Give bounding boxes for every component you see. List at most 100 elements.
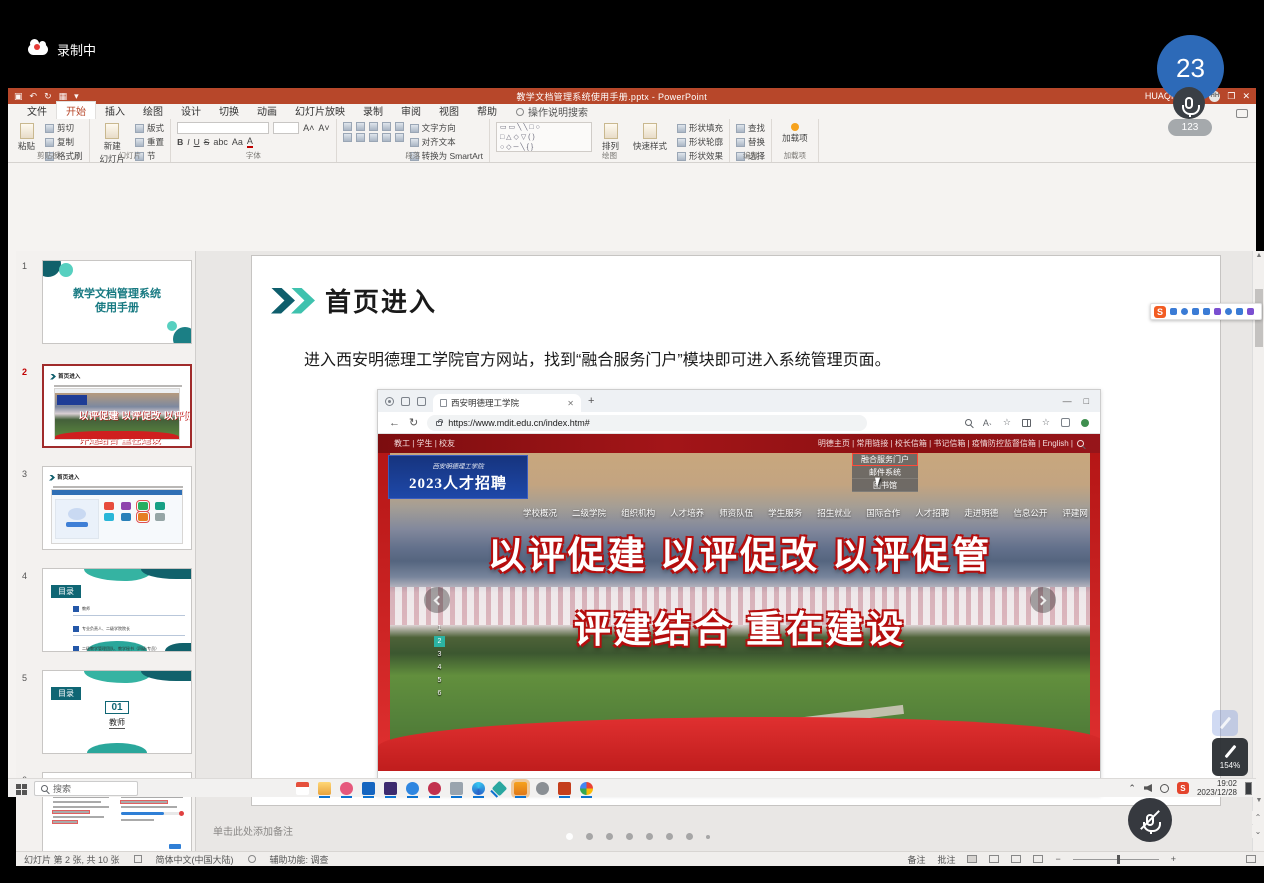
thumbnail-slide-3[interactable]: 首页进入 <box>42 466 192 550</box>
teal-app-icon[interactable] <box>492 780 508 796</box>
network-icon[interactable] <box>1160 784 1169 793</box>
tab-file[interactable]: 文件 <box>18 102 56 119</box>
font-size-combobox[interactable] <box>273 122 299 134</box>
scroll-up-arrow[interactable]: ▲ <box>1255 252 1263 260</box>
bold-button[interactable]: B <box>177 137 183 147</box>
previous-slide-button[interactable]: ⌃ <box>1252 811 1264 824</box>
shape-fill-button[interactable]: 形状填充 <box>677 122 723 134</box>
save-icon[interactable]: ▣ <box>14 91 23 102</box>
ime-emoji-icon[interactable] <box>1225 308 1232 315</box>
shapes-gallery[interactable]: ▭ ▭ ╲ ╲ □ ○□ △ ◇ ▽ ( )○ ◇ ─ ╲ { } <box>496 122 592 152</box>
sogou-logo-icon[interactable]: S <box>1154 306 1166 318</box>
italic-button[interactable]: I <box>187 137 189 147</box>
slideshow-icon[interactable] <box>1033 855 1043 863</box>
increase-indent-icon[interactable] <box>382 122 391 131</box>
line-spacing-icon[interactable] <box>395 122 404 131</box>
tab-insert[interactable]: 插入 <box>96 102 134 119</box>
reading-view-icon[interactable] <box>1011 855 1021 863</box>
redo-icon[interactable]: ↻ <box>44 91 52 102</box>
quick-styles-button[interactable]: 快速样式 <box>629 122 671 153</box>
align-right-icon[interactable] <box>369 133 378 142</box>
zoom-in-icon[interactable]: + <box>1171 854 1176 864</box>
tab-record[interactable]: 录制 <box>354 102 392 119</box>
align-center-icon[interactable] <box>356 133 365 142</box>
tab-view[interactable]: 视图 <box>430 102 468 119</box>
next-slide-button[interactable]: ⌄ <box>1252 825 1264 838</box>
strikethrough-button[interactable]: S <box>204 137 210 147</box>
ime-settings-icon[interactable] <box>1247 308 1254 315</box>
scroll-down-arrow[interactable]: ▼ <box>1255 797 1263 805</box>
powerpoint-icon[interactable] <box>558 782 571 795</box>
notes-toggle[interactable]: 备注 <box>907 853 925 866</box>
screen-annotation-tool[interactable]: 154% <box>1212 738 1248 776</box>
increase-font-icon[interactable]: A˄ <box>303 123 314 133</box>
tab-review[interactable]: 审阅 <box>392 102 430 119</box>
ime-mic-icon[interactable] <box>1192 308 1199 315</box>
calendar-app-icon[interactable] <box>296 782 309 795</box>
reset-button[interactable]: 重置 <box>135 136 164 148</box>
comments-bubble-icon[interactable] <box>1236 109 1248 118</box>
cut-button[interactable]: 剪切 <box>45 122 83 134</box>
ime-grid-icon[interactable] <box>1236 308 1243 315</box>
thumbnail-slide-5[interactable]: 目录 01 教师 <box>42 670 192 754</box>
pink-app-icon[interactable] <box>340 782 353 795</box>
justify-icon[interactable] <box>382 133 391 142</box>
close-button[interactable]: ✕ <box>1242 91 1250 102</box>
ide-app-icon[interactable] <box>384 782 397 795</box>
red-app-icon[interactable] <box>428 782 441 795</box>
decrease-indent-icon[interactable] <box>369 122 378 131</box>
zoom-out-icon[interactable]: − <box>1055 854 1060 864</box>
photos-app-icon[interactable] <box>450 782 463 795</box>
normal-view-icon[interactable] <box>967 855 977 863</box>
text-direction-button[interactable]: 文字方向 <box>410 122 483 134</box>
paste-button[interactable]: 粘贴 <box>14 122 39 153</box>
sogou-ime-icon[interactable]: S <box>1177 782 1189 794</box>
accessibility-status[interactable]: 辅助功能: 调查 <box>270 853 329 866</box>
notification-center-icon[interactable] <box>1245 782 1252 795</box>
thumbnail-slide-2-selected[interactable]: 首页进入 以评促建 以评促改 以评促管 评建结合 重在建设 <box>42 364 192 448</box>
arrange-button[interactable]: 排列 <box>598 122 623 153</box>
cloud-app-icon[interactable] <box>406 782 419 795</box>
tab-slideshow[interactable]: 幻灯片放映 <box>286 102 354 119</box>
ime-skin-icon[interactable] <box>1214 308 1221 315</box>
underline-button[interactable]: U <box>194 137 200 147</box>
outlook-icon[interactable] <box>362 782 375 795</box>
numbering-icon[interactable] <box>356 122 365 131</box>
shape-outline-button[interactable]: 形状轮廓 <box>677 136 723 148</box>
replace-button[interactable]: 替换 <box>736 136 765 148</box>
current-slide-canvas[interactable]: 首页进入 进入西安明德理工学院官方网站，找到“融合服务门户”模块即可进入系统管理… <box>251 255 1221 806</box>
layout-button[interactable]: 版式 <box>135 122 164 134</box>
font-color-icon[interactable]: A <box>247 136 253 148</box>
align-left-icon[interactable] <box>343 133 352 142</box>
ime-lang-icon[interactable] <box>1170 308 1177 315</box>
copy-button[interactable]: 复制 <box>45 136 83 148</box>
annotation-pen-ghost-icon[interactable] <box>1212 710 1238 736</box>
file-explorer-icon[interactable] <box>318 782 331 795</box>
ime-pen-icon[interactable] <box>1181 308 1188 315</box>
tab-draw[interactable]: 绘图 <box>134 102 172 119</box>
meeting-app-icon-active[interactable] <box>514 782 527 795</box>
chrome-icon[interactable] <box>580 782 593 795</box>
start-button[interactable] <box>8 781 34 795</box>
ime-keyboard-icon[interactable] <box>1203 308 1210 315</box>
change-case-icon[interactable]: Aa <box>232 137 243 147</box>
thumbnail-slide-1[interactable]: 教学文档管理系统使用手册 <box>42 260 192 344</box>
vertical-scrollbar[interactable]: ▲ ▼ <box>1252 251 1264 851</box>
spellcheck-icon[interactable] <box>134 855 142 863</box>
maximize-button[interactable]: ❐ <box>1227 91 1235 102</box>
decrease-font-icon[interactable]: A˅ <box>318 123 329 133</box>
fit-slide-icon[interactable] <box>1246 855 1256 863</box>
tab-animations[interactable]: 动画 <box>248 102 286 119</box>
align-text-button[interactable]: 对齐文本 <box>410 136 483 148</box>
bullets-icon[interactable] <box>343 122 352 131</box>
comments-toggle[interactable]: 批注 <box>937 853 955 866</box>
tab-design[interactable]: 设计 <box>172 102 210 119</box>
qat-dropdown-icon[interactable]: ▾ <box>74 91 79 102</box>
char-spacing-icon[interactable]: abc <box>213 137 228 147</box>
language-status[interactable]: 简体中文(中国大陆) <box>156 853 234 866</box>
settings-gear-icon[interactable] <box>536 782 549 795</box>
undo-icon[interactable]: ↶ <box>30 91 38 102</box>
addins-button[interactable]: 加载项 <box>778 122 812 145</box>
microphone-button[interactable] <box>1173 87 1205 119</box>
ime-toolbar[interactable]: S <box>1150 303 1262 320</box>
